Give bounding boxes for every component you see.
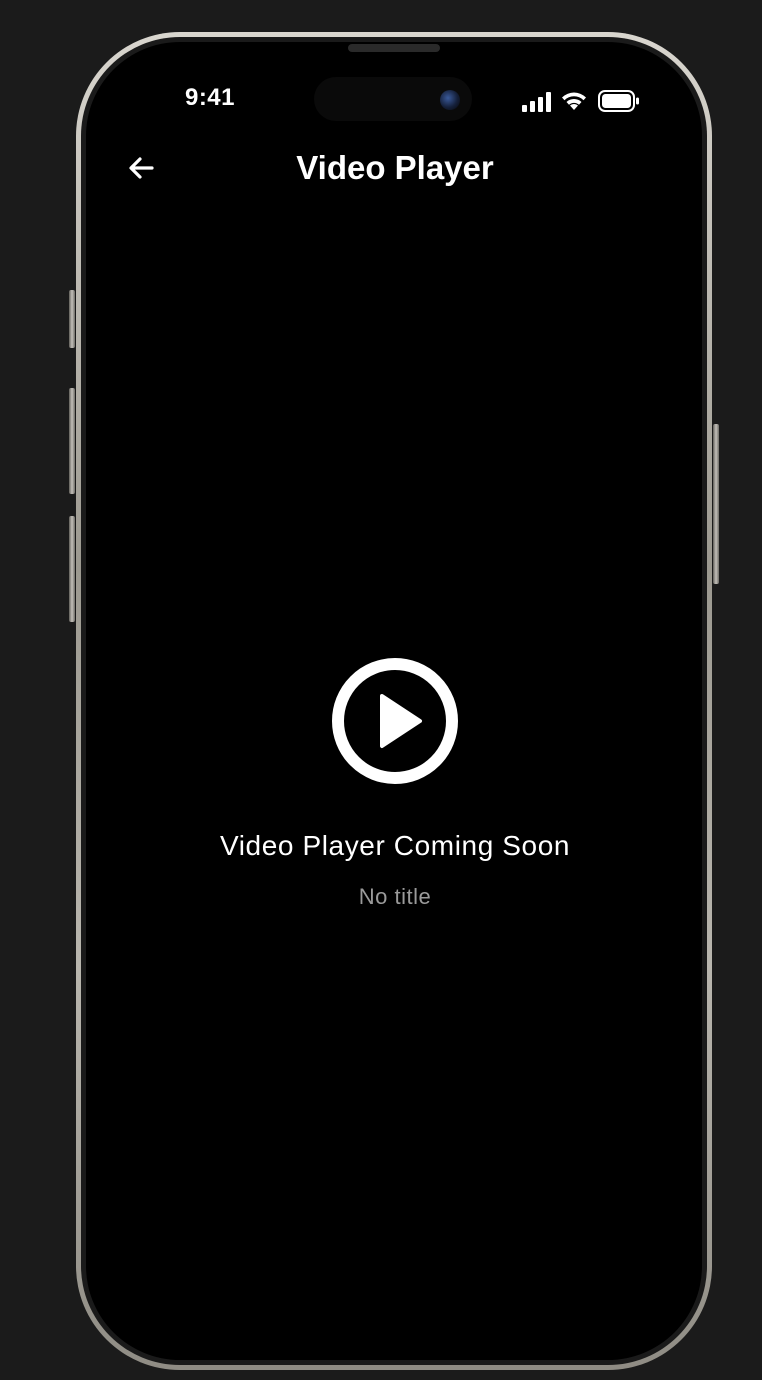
action-button [69,290,75,348]
power-button [713,424,719,584]
status-time: 9:41 [184,84,236,111]
coming-soon-heading: Video Player Coming Soon [219,830,571,861]
play-button[interactable] [330,656,460,786]
volume-up-button [69,388,75,494]
battery-icon [598,90,639,112]
device-mockup: 9:41 Video Player Video Player Coming So… [0,0,762,1380]
speaker-slot [348,44,440,52]
camera-icon [440,90,460,110]
status-icons [520,88,640,114]
volume-down-button [69,516,75,622]
play-circle-icon [332,658,458,784]
wifi-icon [562,92,586,110]
arrow-left-icon [129,157,154,179]
video-title-label: No title [358,884,432,909]
page-title: Video Player [296,149,494,186]
back-button[interactable] [122,148,162,188]
signal-icon [522,92,551,112]
